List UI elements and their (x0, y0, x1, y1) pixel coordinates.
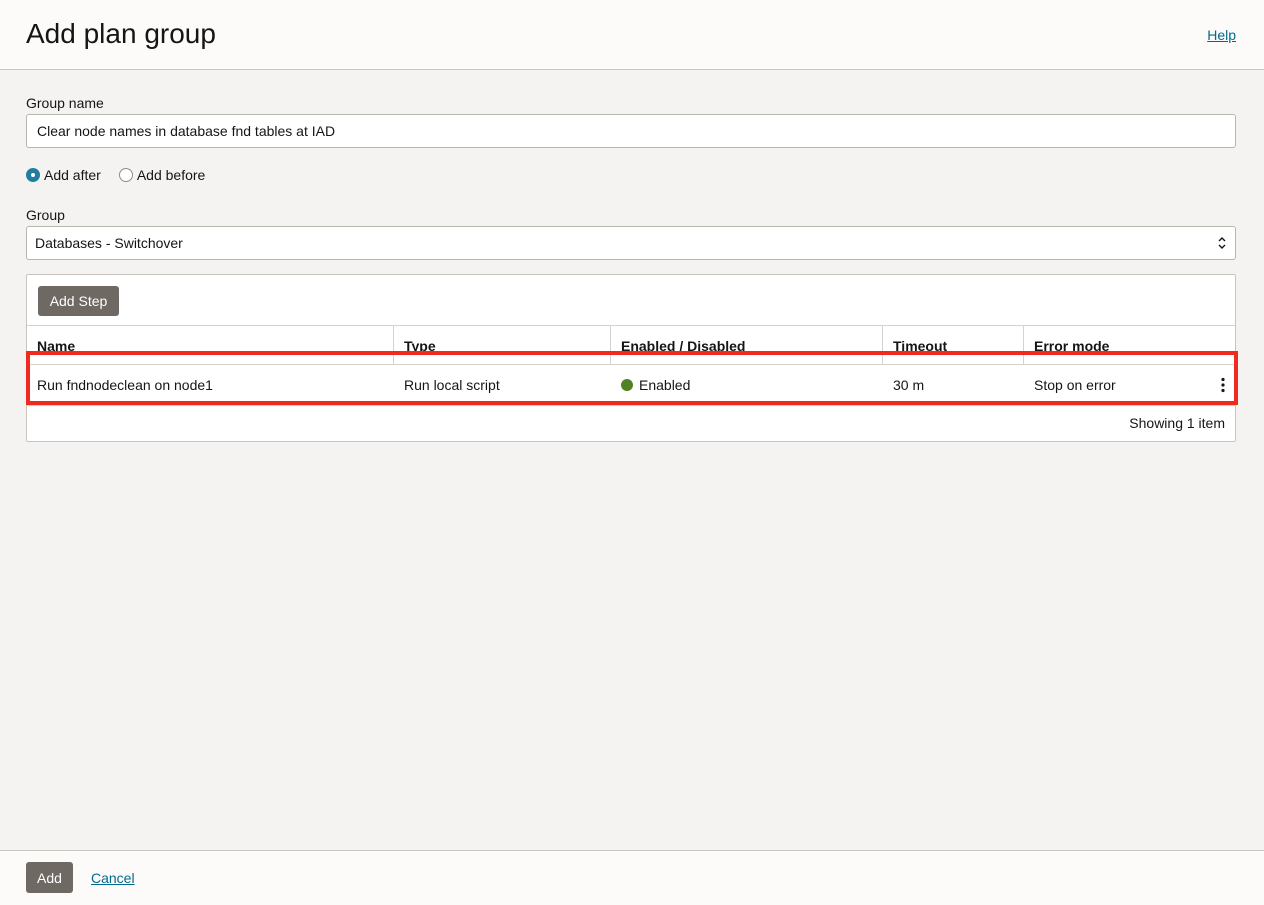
add-step-button[interactable]: Add Step (38, 286, 119, 316)
cancel-link[interactable]: Cancel (91, 870, 135, 886)
group-name-label: Group name (26, 95, 104, 111)
group-select-value: Databases - Switchover (35, 235, 183, 251)
add-button[interactable]: Add (26, 862, 73, 893)
table-header: Name Type Enabled / Disabled Timeout Err… (27, 325, 1235, 365)
column-header-timeout[interactable]: Timeout (883, 326, 1024, 364)
page-header: Add plan group Help (0, 0, 1264, 70)
page-footer: Add Cancel (0, 850, 1264, 905)
row-timeout: 30 m (893, 377, 925, 393)
group-select[interactable]: Databases - Switchover (26, 226, 1236, 260)
row-status-label: Enabled (639, 377, 691, 393)
row-status: Enabled (611, 365, 883, 405)
radio-checked-icon (26, 168, 40, 182)
steps-table-panel: Add Step Name Type Enabled / Disabled Ti… (26, 274, 1238, 442)
group-label: Group (26, 207, 65, 223)
row-actions-kebab-icon[interactable] (1219, 377, 1227, 393)
row-error-mode: Stop on error (1034, 377, 1116, 393)
select-chevron-icon (1218, 237, 1226, 249)
position-radio-group: Add after Add before (26, 167, 223, 183)
add-plan-group-page: Add plan group Help Group name Add after… (0, 0, 1264, 905)
radio-unchecked-icon (118, 168, 133, 182)
help-link[interactable]: Help (1207, 27, 1236, 43)
radio-add-before[interactable]: Add before (118, 167, 206, 183)
status-enabled-icon (621, 379, 633, 391)
radio-add-before-label: Add before (136, 167, 206, 183)
column-header-error-mode[interactable]: Error mode (1024, 326, 1235, 364)
row-name: Run fndnodeclean on node1 (37, 377, 213, 393)
radio-add-after-label: Add after (44, 167, 101, 183)
table-divider (27, 405, 1235, 406)
group-name-input[interactable] (26, 114, 1236, 148)
column-header-name[interactable]: Name (27, 326, 394, 364)
column-header-type[interactable]: Type (394, 326, 611, 364)
column-header-enabled[interactable]: Enabled / Disabled (611, 326, 883, 364)
radio-add-after[interactable]: Add after (26, 167, 101, 183)
table-item-count: Showing 1 item (1129, 415, 1225, 431)
row-type: Run local script (404, 377, 500, 393)
table-row[interactable]: Run fndnodeclean on node1 Run local scri… (27, 365, 1235, 405)
page-title: Add plan group (26, 18, 216, 49)
